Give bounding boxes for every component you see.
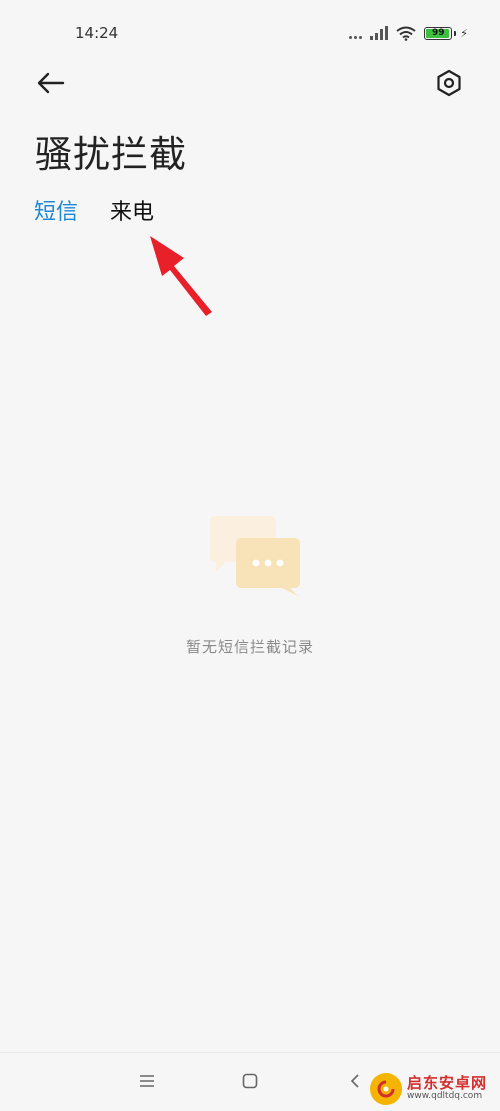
status-bar: 14:24 99 ⚡: [0, 0, 500, 66]
watermark: 启东安卓网 www.qdltdq.com: [370, 1066, 500, 1111]
menu-button[interactable]: [135, 1069, 159, 1093]
settings-button[interactable]: [430, 64, 468, 102]
watermark-title: 启东安卓网: [407, 1074, 488, 1093]
battery-cap: [454, 30, 457, 36]
tab-calls[interactable]: 来电: [110, 194, 154, 226]
menu-icon: [140, 1075, 154, 1087]
watermark-logo-icon: [370, 1072, 402, 1105]
home-button[interactable]: [238, 1069, 262, 1093]
status-icons: 99 ⚡: [349, 25, 468, 41]
page-title: 骚扰拦截: [35, 133, 187, 176]
nav-back-button[interactable]: [343, 1069, 367, 1093]
status-time: 14:24: [75, 24, 119, 42]
charging-icon: ⚡: [460, 26, 468, 40]
battery-icon: 99: [424, 26, 453, 40]
empty-state-message: 暂无短信拦截记录: [185, 638, 314, 656]
hexagon-settings-icon: [437, 69, 461, 97]
battery-level: 99: [432, 27, 445, 38]
wifi-icon: [396, 26, 416, 41]
back-button[interactable]: [32, 64, 70, 102]
watermark-text: 启东安卓网 www.qdltdq.com: [407, 1075, 487, 1101]
watermark-url: www.qdltdq.com: [407, 1090, 483, 1101]
arrow-left-icon: [37, 72, 65, 94]
square-home-icon: [242, 1073, 258, 1089]
chat-bubbles-icon: [210, 516, 300, 596]
signal-icon: [370, 26, 389, 40]
chevron-left-icon: [350, 1074, 359, 1088]
tab-bar: 短信 来电: [34, 194, 154, 226]
more-dots-icon: [349, 27, 363, 39]
tab-sms[interactable]: 短信: [34, 194, 78, 226]
annotation-arrow-icon: [150, 236, 212, 316]
